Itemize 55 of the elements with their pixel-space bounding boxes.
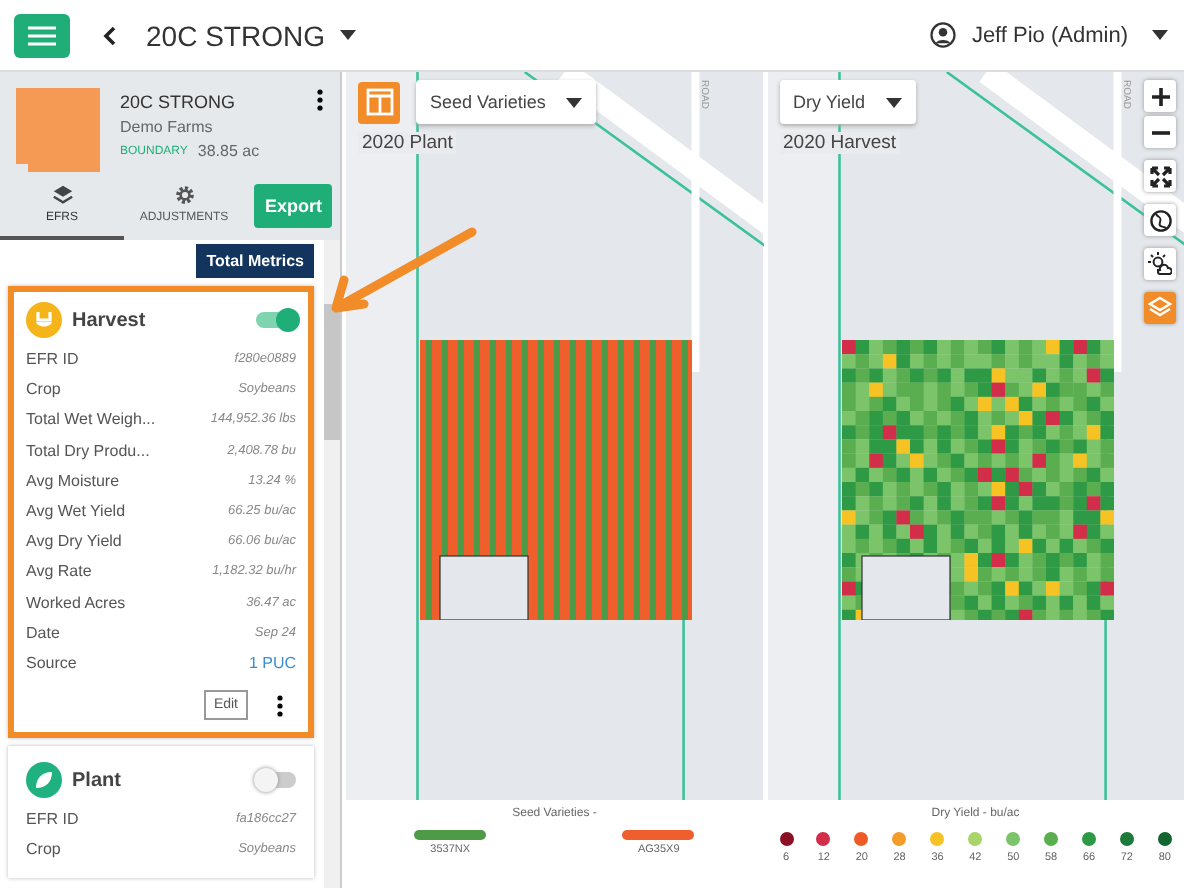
layer-dropdown[interactable]: Seed Varieties — [416, 80, 596, 124]
caret-icon — [565, 97, 582, 107]
field-title[interactable]: 20C STRONG — [146, 19, 325, 51]
globe-button[interactable] — [1144, 204, 1176, 236]
more-options-icon[interactable] — [276, 693, 284, 718]
sun-cloud-icon — [1148, 252, 1172, 276]
card-title: Harvest — [72, 309, 146, 331]
zoom-out-button[interactable] — [1144, 116, 1176, 148]
caret-icon[interactable] — [1152, 30, 1168, 40]
metric-label: Avg Wet Yield — [26, 502, 126, 521]
user-menu[interactable]: Jeff Pio (Admin) — [971, 23, 1128, 47]
menu-icon — [28, 25, 56, 45]
metric-label: EFR ID — [26, 810, 79, 829]
leaf-icon — [26, 762, 62, 799]
metric-label: Total Wet Weigh... — [26, 410, 156, 429]
metric-label: Crop — [26, 380, 61, 399]
layers-icon — [1148, 296, 1172, 320]
metric-label: Crop — [26, 840, 61, 859]
layers-icon — [51, 184, 73, 206]
globe-icon — [1149, 209, 1171, 231]
user-icon — [929, 22, 956, 48]
field-name: 20C STRONG — [120, 92, 238, 112]
metric-label: Worked Acres — [26, 593, 126, 612]
metric-label: Date — [26, 623, 60, 642]
scrollbar[interactable] — [324, 240, 340, 888]
metric-label: EFR ID — [26, 350, 79, 369]
toggle-switch[interactable] — [256, 772, 296, 789]
expand-icon — [1149, 165, 1171, 187]
zoom-in-button[interactable] — [1144, 80, 1176, 112]
caret-icon — [885, 97, 902, 107]
more-options-icon[interactable] — [316, 88, 324, 112]
columns-icon — [365, 88, 393, 116]
metric-label: Source — [26, 653, 77, 672]
menu-button[interactable] — [14, 13, 70, 57]
harvest-icon — [26, 302, 62, 338]
plus-icon — [1151, 87, 1169, 105]
metric-label: Avg Moisture — [26, 471, 120, 490]
weather-button[interactable] — [1144, 248, 1176, 280]
total-metrics-button[interactable]: Total Metrics — [196, 244, 314, 278]
layer-dropdown[interactable]: Dry Yield — [779, 80, 916, 124]
field-area: 38.85 ac — [197, 142, 260, 160]
metric-label: Avg Dry Yield — [26, 532, 122, 551]
fullscreen-button[interactable] — [1144, 160, 1176, 192]
metric-label: Avg Rate — [26, 562, 92, 581]
metric-label: Total Dry Produ... — [26, 441, 150, 460]
caret-icon[interactable] — [340, 30, 357, 40]
back-icon[interactable] — [102, 25, 118, 45]
farm-name: Demo Farms — [120, 118, 215, 136]
card-title: Plant — [72, 769, 121, 792]
field-boundary-shape — [16, 88, 100, 172]
gear-icon — [173, 184, 195, 206]
toggle-switch[interactable] — [256, 312, 296, 328]
map-title: 2020 Harvest — [779, 132, 901, 154]
map-title: 2020 Plant — [358, 132, 457, 154]
source-link[interactable]: 1 PUC — [248, 653, 296, 672]
